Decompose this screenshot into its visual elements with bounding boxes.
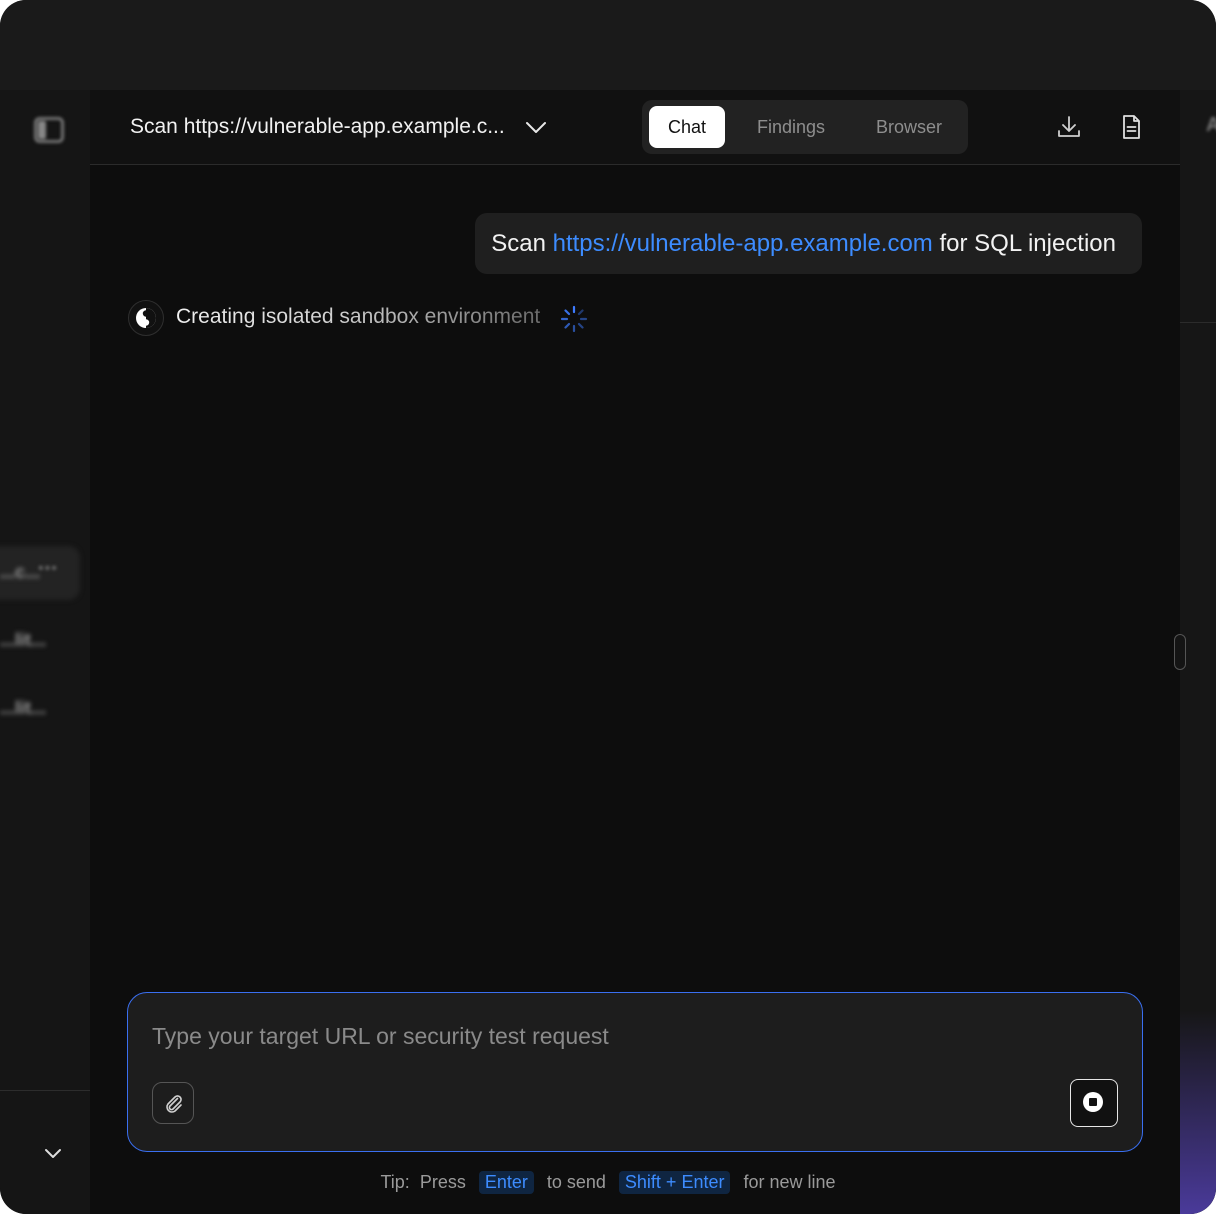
tab-chat[interactable]: Chat bbox=[649, 106, 725, 148]
sidebar-item-label[interactable]: ...lit... bbox=[0, 698, 46, 719]
tab-browser[interactable]: Browser bbox=[856, 106, 962, 148]
keyboard-tip: Tip: Press Enter to send Shift + Enter for ne… bbox=[0, 1171, 1216, 1194]
tip-send-text: to send bbox=[546, 1172, 606, 1192]
stop-button[interactable] bbox=[1070, 1079, 1118, 1127]
message-text-suffix: for SQL injection bbox=[932, 230, 1116, 257]
kbd-shift-enter: Shift + Enter bbox=[618, 1171, 731, 1194]
chat-header: Scan https://vulnerable-app.example.c...… bbox=[90, 90, 1180, 165]
spinner-icon bbox=[560, 305, 588, 333]
tab-findings[interactable]: Findings bbox=[738, 106, 844, 148]
stop-icon bbox=[1083, 1092, 1103, 1112]
sidebar: ...c... ••• ...lit... ...lit... bbox=[0, 90, 90, 1214]
agent-status: Creating isolated sandbox environment bbox=[176, 305, 541, 328]
tip-press: Press bbox=[419, 1172, 466, 1192]
app-window: ...c... ••• ...lit... ...lit... Scan htt… bbox=[0, 0, 1216, 1214]
sidebar-item-label[interactable]: ...lit... bbox=[0, 630, 46, 651]
user-message: Scan https://vulnerable-app.example.com … bbox=[475, 213, 1142, 274]
window-titlebar bbox=[0, 0, 1216, 90]
user-message-text: Scan https://vulnerable-app.example.com … bbox=[491, 230, 1116, 258]
document-icon[interactable] bbox=[1118, 114, 1144, 140]
message-text-prefix: Scan bbox=[491, 230, 553, 257]
right-panel-label: A bbox=[1206, 114, 1216, 136]
sidebar-divider bbox=[0, 1090, 90, 1091]
tip-label: Tip: bbox=[380, 1172, 410, 1192]
scrollbar-handle[interactable] bbox=[1174, 634, 1186, 670]
chevron-down-icon[interactable] bbox=[524, 116, 548, 140]
paperclip-icon bbox=[166, 1095, 182, 1113]
download-icon[interactable] bbox=[1056, 114, 1082, 140]
kbd-enter: Enter bbox=[478, 1171, 534, 1194]
agent-logo-icon bbox=[128, 300, 164, 336]
attach-button[interactable] bbox=[152, 1082, 194, 1124]
message-link[interactable]: https://vulnerable-app.example.com bbox=[553, 230, 933, 257]
conversation-title[interactable]: Scan https://vulnerable-app.example.c... bbox=[130, 115, 505, 139]
message-input[interactable] bbox=[152, 1023, 1092, 1050]
more-options-icon[interactable]: ••• bbox=[38, 560, 58, 578]
view-tabs: Chat Findings Browser bbox=[642, 100, 968, 154]
message-composer bbox=[127, 992, 1143, 1152]
sidebar-toggle-icon[interactable] bbox=[34, 117, 64, 143]
sidebar-item-label[interactable]: ...c... bbox=[0, 562, 40, 583]
right-panel-divider bbox=[1180, 322, 1216, 323]
chevron-down-icon[interactable] bbox=[42, 1142, 64, 1164]
tip-newline-text: for new line bbox=[743, 1172, 836, 1192]
